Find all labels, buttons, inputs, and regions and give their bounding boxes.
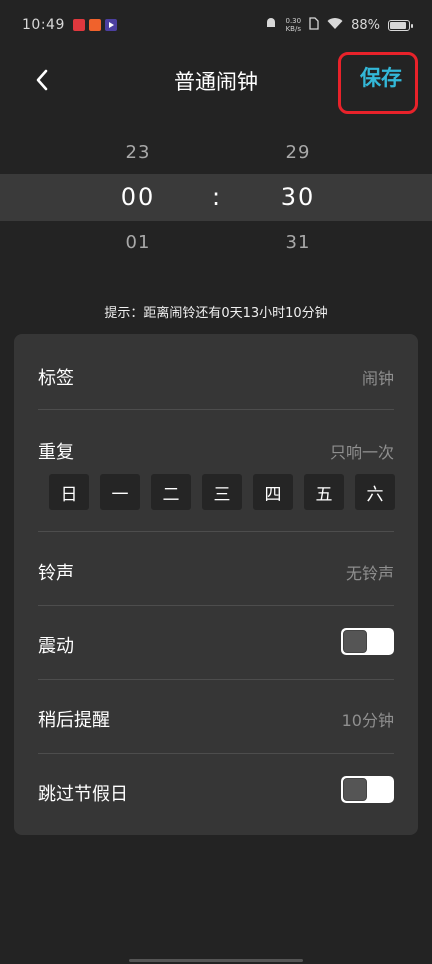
battery-icon (388, 19, 413, 31)
network-speed-value: 0.30 (285, 17, 302, 25)
save-button[interactable]: 保存 (338, 52, 418, 114)
status-right: 0.30 KB/s 88% (264, 16, 413, 34)
toggle-knob (343, 630, 367, 653)
sim-icon (309, 16, 319, 34)
vibrate-toggle[interactable] (341, 628, 394, 655)
ringtone-title: 铃声 (38, 563, 74, 584)
vibrate-title: 震动 (38, 636, 74, 657)
skip-holidays-row: 跳过节假日 (38, 776, 394, 805)
day-monday[interactable]: 一 (100, 474, 140, 510)
minute-current[interactable]: 30 (258, 183, 338, 211)
status-bar: 10:49 0.30 KB/s 88% (0, 0, 432, 50)
status-time: 10:49 (22, 17, 65, 33)
hour-current[interactable]: 00 (98, 183, 178, 211)
ringtone-value: 无铃声 (345, 564, 394, 583)
day-thursday[interactable]: 四 (253, 474, 293, 510)
snooze-row[interactable]: 稍后提醒 10分钟 (38, 706, 394, 732)
skip-holidays-title: 跳过节假日 (38, 784, 128, 805)
hour-next[interactable]: 01 (98, 232, 178, 253)
day-saturday[interactable]: 六 (355, 474, 395, 510)
skip-holidays-toggle[interactable] (341, 776, 394, 803)
play-icon (104, 19, 117, 31)
battery-percent: 88% (351, 17, 380, 33)
repeat-row[interactable]: 重复 只响一次 (38, 438, 394, 464)
label-title: 标签 (38, 368, 74, 389)
android-icon (264, 16, 278, 34)
divider (38, 531, 394, 532)
network-speed: 0.30 KB/s (286, 17, 302, 33)
day-wednesday[interactable]: 三 (202, 474, 242, 510)
snooze-title: 稍后提醒 (38, 710, 110, 731)
ringtone-row[interactable]: 铃声 无铃声 (38, 559, 394, 585)
day-friday[interactable]: 五 (304, 474, 344, 510)
wifi-icon (327, 17, 343, 34)
minute-next[interactable]: 31 (258, 232, 338, 253)
time-separator: : (211, 183, 221, 211)
vibrate-row: 震动 (38, 628, 394, 657)
header: 普通闹钟 保存 (0, 50, 432, 114)
home-indicator[interactable] (129, 959, 303, 962)
label-value: 闹钟 (361, 369, 394, 388)
snooze-value: 10分钟 (341, 711, 394, 730)
divider (38, 679, 394, 680)
app-notification-icon (72, 19, 85, 31)
repeat-title: 重复 (38, 442, 74, 463)
day-sunday[interactable]: 日 (49, 474, 89, 510)
save-label: 保存 (360, 66, 402, 90)
hour-prev[interactable]: 23 (98, 142, 178, 163)
day-tuesday[interactable]: 二 (151, 474, 191, 510)
repeat-days: 日 一 二 三 四 五 六 (49, 474, 395, 510)
settings-card: 标签 闹钟 重复 只响一次 日 一 二 三 四 五 六 铃声 无铃声 震动 稍后… (14, 334, 418, 835)
countdown-hint: 提示：距离闹铃还有0天13小时10分钟 (104, 306, 328, 321)
divider (38, 605, 394, 606)
minute-prev[interactable]: 29 (258, 142, 338, 163)
network-speed-unit: KB/s (285, 25, 301, 33)
label-row[interactable]: 标签 闹钟 (38, 364, 394, 390)
toggle-knob (343, 778, 367, 801)
app-notification-icon (88, 19, 101, 31)
repeat-value: 只响一次 (329, 443, 394, 462)
divider (38, 753, 394, 754)
time-picker[interactable]: 23 00 01 : 29 30 31 (0, 130, 432, 260)
divider (38, 409, 394, 410)
status-app-icons (72, 19, 117, 31)
